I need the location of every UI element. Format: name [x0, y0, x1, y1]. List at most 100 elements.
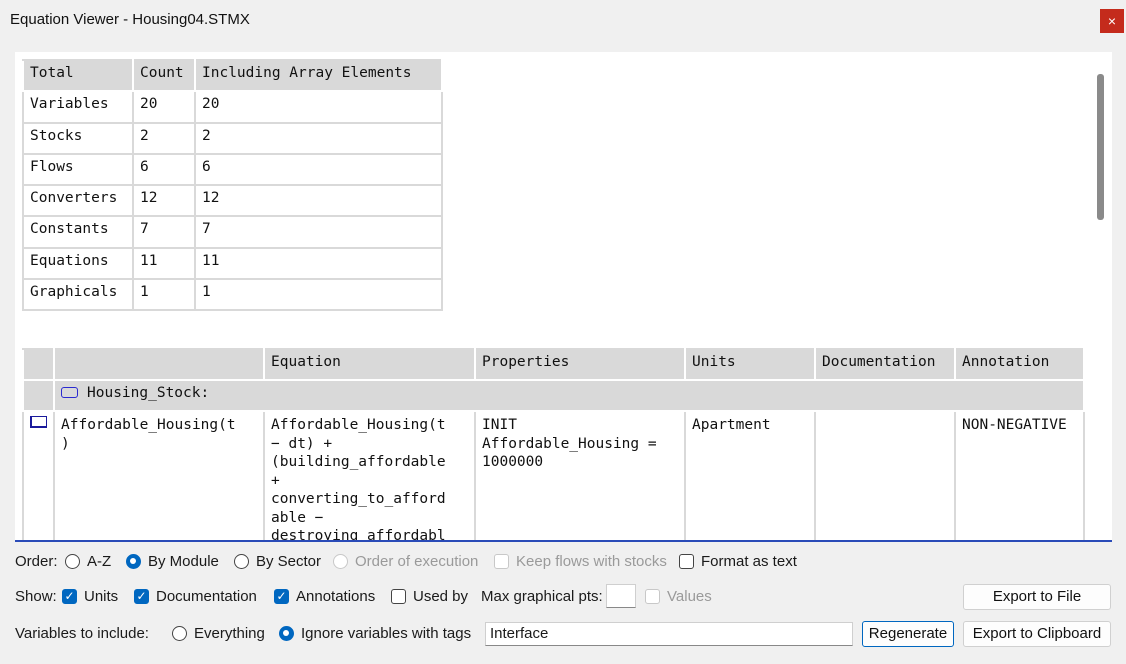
show-used-by-checkbox[interactable]: [391, 589, 406, 604]
header-equation: Equation: [263, 348, 476, 381]
order-by-module-label: By Module: [148, 553, 219, 570]
variable-units: Apartment: [684, 410, 816, 541]
include-everything-label: Everything: [194, 625, 265, 642]
table-row: Graphicals 1 1: [22, 278, 443, 312]
order-by-sector-label: By Sector: [256, 553, 322, 570]
show-units-option[interactable]: ✓ Units: [62, 588, 118, 605]
show-annotations-label: Annotations: [296, 588, 376, 605]
show-used-by-option[interactable]: Used by: [391, 588, 468, 605]
include-everything-radio[interactable]: [172, 626, 187, 641]
order-az-radio[interactable]: [65, 554, 80, 569]
variable-equation: Affordable_Housing(t − dt) + (building_a…: [263, 410, 476, 541]
summary-cell: 1: [132, 278, 196, 312]
ignore-tags-option[interactable]: Ignore variables with tags: [279, 625, 471, 642]
order-by-module-option[interactable]: By Module: [126, 553, 219, 570]
values-label: Values: [667, 588, 712, 605]
show-annotations-checkbox[interactable]: ✓: [274, 589, 289, 604]
summary-header-count: Count: [132, 58, 196, 93]
variable-name: Affordable_Housing(t ): [53, 410, 265, 541]
order-by-sector-radio[interactable]: [234, 554, 249, 569]
format-as-text-option[interactable]: Format as text: [679, 553, 797, 570]
order-label: Order:: [15, 553, 58, 570]
summary-cell: Variables: [22, 90, 134, 124]
summary-header-total: Total: [22, 58, 134, 93]
header-icon-col: [22, 348, 55, 381]
keep-flows-option: Keep flows with stocks: [494, 553, 667, 570]
ignore-tags-label: Ignore variables with tags: [301, 625, 472, 642]
summary-cell: 1: [194, 278, 443, 312]
values-checkbox: [645, 589, 660, 604]
table-row: Stocks 2 2: [22, 121, 443, 155]
summary-cell: 20: [132, 90, 196, 124]
order-execution-radio: [333, 554, 348, 569]
summary-cell: 12: [194, 184, 443, 218]
format-as-text-label: Format as text: [701, 553, 797, 570]
show-documentation-option[interactable]: ✓ Documentation: [134, 588, 257, 605]
summary-cell: 20: [194, 90, 443, 124]
summary-cell: Converters: [22, 184, 134, 218]
show-annotations-option[interactable]: ✓ Annotations: [274, 588, 375, 605]
summary-cell: Graphicals: [22, 278, 134, 312]
table-row: Converters 12 12: [22, 184, 443, 218]
summary-cell: 2: [194, 121, 443, 155]
table-row: Constants 7 7: [22, 215, 443, 249]
summary-cell: 11: [132, 246, 196, 281]
max-graphical-input[interactable]: [606, 584, 636, 608]
summary-cell: 7: [194, 215, 443, 249]
export-to-file-button[interactable]: Export to File: [963, 584, 1111, 610]
show-used-by-label: Used by: [413, 588, 469, 605]
summary-cell: Constants: [22, 215, 134, 249]
show-label: Show:: [15, 588, 57, 605]
table-row: Flows 6 6: [22, 152, 443, 187]
keep-flows-label: Keep flows with stocks: [516, 553, 667, 570]
format-as-text-checkbox[interactable]: [679, 554, 694, 569]
header-units: Units: [684, 348, 816, 381]
show-documentation-checkbox[interactable]: ✓: [134, 589, 149, 604]
ignore-tags-radio[interactable]: [279, 626, 294, 641]
summary-header-row: Total Count Including Array Elements: [22, 58, 443, 93]
show-units-checkbox[interactable]: ✓: [62, 589, 77, 604]
stock-icon-cell: [22, 410, 55, 541]
export-to-clipboard-button[interactable]: Export to Clipboard: [963, 621, 1111, 647]
module-row: Housing_Stock:: [22, 379, 1085, 412]
order-execution-label: Order of execution: [355, 553, 479, 570]
order-az-label: A-Z: [87, 553, 112, 570]
window-title: Equation Viewer - Housing04.STMX: [10, 11, 250, 28]
regenerate-button[interactable]: Regenerate: [862, 621, 954, 647]
equation-report-pane[interactable]: Total Count Including Array Elements Var…: [15, 52, 1112, 541]
show-documentation-label: Documentation: [156, 588, 257, 605]
summary-cell: 6: [194, 152, 443, 187]
summary-cell: 11: [194, 246, 443, 281]
order-az-option[interactable]: A-Z: [65, 553, 111, 570]
table-row: Affordable_Housing(t ) Affordable_Housin…: [22, 410, 1085, 541]
module-cell: Housing_Stock:: [53, 379, 1085, 412]
variable-documentation: [814, 410, 956, 541]
equations-header-row: Equation Properties Units Documentation …: [22, 348, 1085, 381]
stock-icon: [30, 416, 47, 428]
summary-cell: 2: [132, 121, 196, 155]
module-spacer: [22, 379, 55, 412]
vertical-scrollbar[interactable]: [1097, 74, 1104, 220]
module-name: Housing_Stock:: [87, 385, 210, 401]
tags-input[interactable]: Interface: [485, 622, 853, 646]
table-row: Equations 11 11: [22, 246, 443, 281]
summary-header-array-elements: Including Array Elements: [194, 58, 443, 93]
keep-flows-checkbox: [494, 554, 509, 569]
header-documentation: Documentation: [814, 348, 956, 381]
content-bottom-border: [15, 540, 1112, 542]
summary-cell: 7: [132, 215, 196, 249]
values-option: Values: [645, 588, 712, 605]
summary-cell: 12: [132, 184, 196, 218]
vars-include-label: Variables to include:: [15, 625, 149, 642]
summary-cell: Stocks: [22, 121, 134, 155]
summary-cell: 6: [132, 152, 196, 187]
summary-cell: Flows: [22, 152, 134, 187]
variable-properties: INIT Affordable_Housing = 1000000: [474, 410, 686, 541]
header-properties: Properties: [474, 348, 686, 381]
order-by-module-radio[interactable]: [126, 554, 141, 569]
header-name-col: [53, 348, 265, 381]
close-button[interactable]: ×: [1100, 9, 1124, 33]
order-by-sector-option[interactable]: By Sector: [234, 553, 321, 570]
show-units-label: Units: [84, 588, 119, 605]
include-everything-option[interactable]: Everything: [172, 625, 265, 642]
